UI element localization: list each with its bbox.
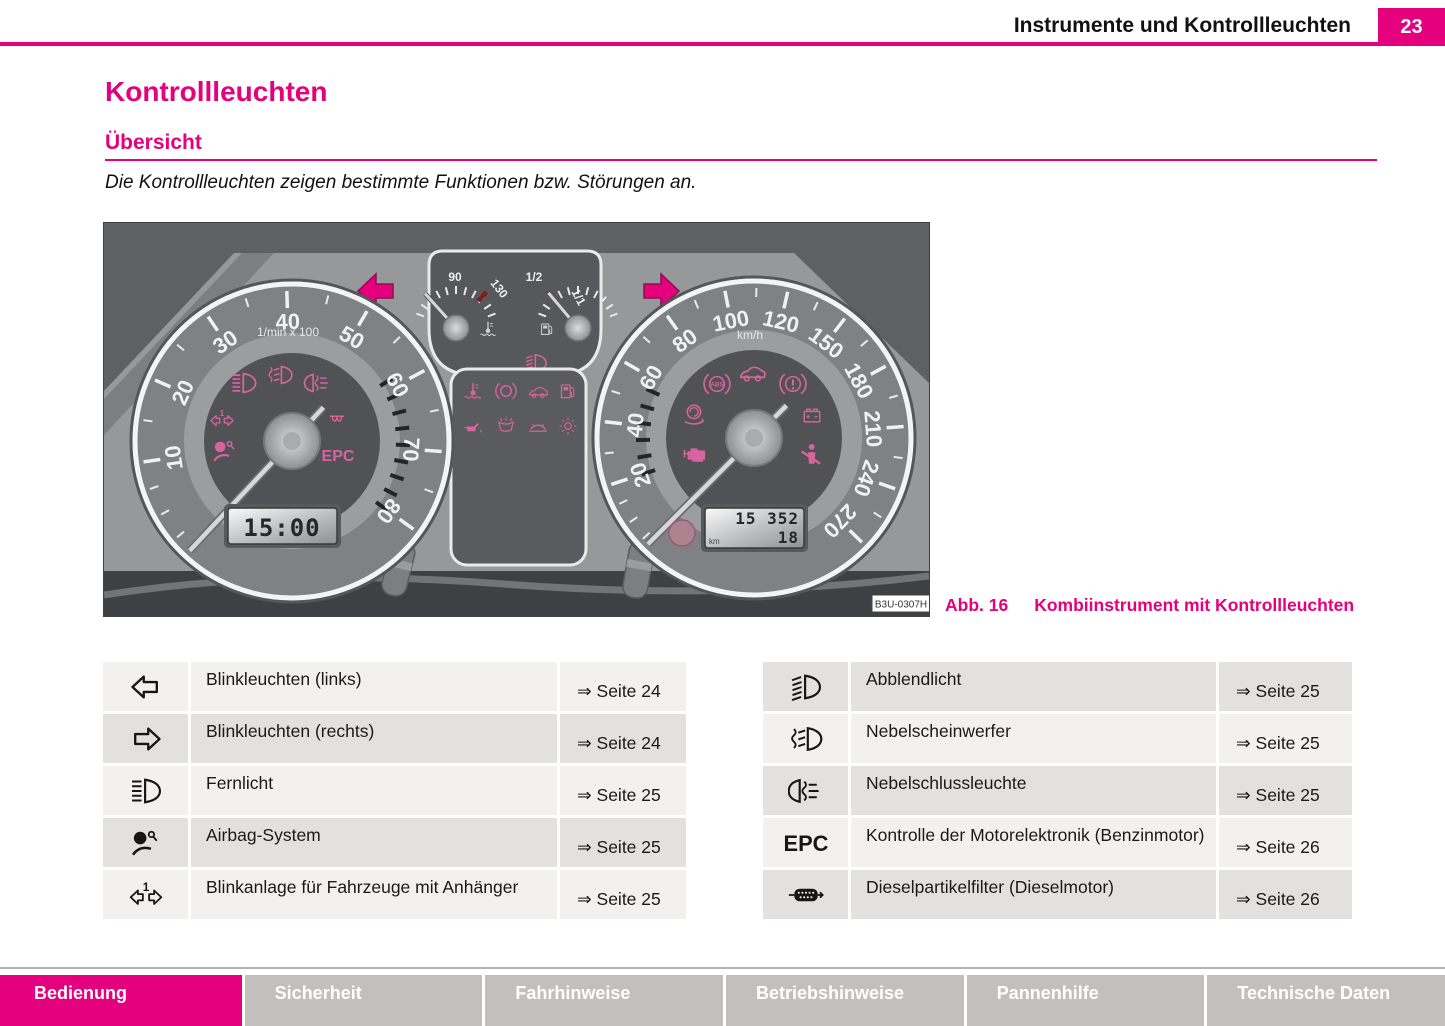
- high-beam-icon: [128, 773, 164, 809]
- footer-rule: [0, 967, 1445, 969]
- epc-icon: EPC: [322, 448, 355, 465]
- indicator-label: Blinkanlage für Fahrzeuge mit Anhänger: [191, 870, 557, 919]
- indicator-label: Blinkleuchten (links): [191, 662, 557, 711]
- page-reference: ⇒ Seite 25: [1219, 662, 1352, 711]
- low-beam-icon: [788, 669, 824, 705]
- arrow-left-icon: [128, 669, 164, 705]
- svg-text:1/2: 1/2: [526, 270, 543, 284]
- page-reference: ⇒ Seite 25: [560, 766, 686, 815]
- footer-tab-bedienung: Bedienung: [0, 975, 242, 1026]
- trip-reset-knob: [669, 520, 695, 546]
- chapter-title: Instrumente und Kontrollleuchten: [1014, 14, 1351, 38]
- tachometer: 10203040506070801/min x 100 1 EPC 15:00: [131, 280, 453, 602]
- arrow-right-icon: [128, 721, 164, 757]
- svg-text:1: 1: [220, 408, 225, 418]
- section-subtitle: Übersicht: [105, 131, 202, 155]
- table-row: Airbag-System ⇒ Seite 25: [103, 818, 686, 867]
- indicator-table-right: Abblendlicht ⇒ Seite 25 Nebelscheinwerfe…: [763, 662, 1352, 922]
- indicator-label: Dieselpartikelfilter (Dieselmotor): [851, 870, 1216, 919]
- footer-tab-bar: Bedienung Sicherheit Fahrhinweise Betrie…: [0, 975, 1445, 1026]
- indicator-table-left: Blinkleuchten (links) ⇒ Seite 24 Blinkle…: [103, 662, 686, 922]
- table-row: Blinkleuchten (links) ⇒ Seite 24: [103, 662, 686, 711]
- indicator-label: Abblendlicht: [851, 662, 1216, 711]
- page-reference: ⇒ Seite 25: [1219, 766, 1352, 815]
- svg-text:40: 40: [621, 412, 648, 439]
- instrument-cluster-illustration: 901301/21/1 10203040506070801/min x 100 …: [103, 222, 930, 617]
- figure-caption-text: Kombiinstrument mit Kontrollleuchten: [1034, 595, 1354, 615]
- airbag-icon: [128, 825, 164, 861]
- page-reference: ⇒ Seite 25: [560, 870, 686, 919]
- trailer-blinker-icon: 1: [128, 877, 164, 913]
- svg-text:15 352: 15 352: [735, 509, 799, 528]
- page-title: Kontrollleuchten: [105, 76, 327, 108]
- indicator-label: Blinkleuchten (rechts): [191, 714, 557, 763]
- footer-tab-fahrhinweise: Fahrhinweise: [485, 975, 723, 1026]
- table-row: EPC Kontrolle der Motorelektronik (Benzi…: [763, 818, 1352, 867]
- manual-page: Instrumente und Kontrollleuchten 23 Kont…: [0, 0, 1445, 1026]
- page-reference: ⇒ Seite 26: [1219, 818, 1352, 867]
- svg-text:210: 210: [859, 410, 887, 449]
- page-reference: ⇒ Seite 25: [1219, 714, 1352, 763]
- indicator-label: Airbag-System: [191, 818, 557, 867]
- svg-text:1: 1: [142, 880, 149, 893]
- svg-text:90: 90: [448, 270, 462, 284]
- speedometer: 20406080100120150180210240270km/h ABS 15…: [593, 277, 915, 599]
- image-code-label: B3U-0307H: [872, 595, 929, 612]
- page-reference: ⇒ Seite 24: [560, 662, 686, 711]
- dpf-icon: [788, 877, 824, 913]
- page-reference: ⇒ Seite 25: [560, 818, 686, 867]
- odometer-display: 15 352 18 km: [701, 504, 808, 552]
- front-fog-icon: [788, 721, 824, 757]
- indicator-label: Nebelscheinwerfer: [851, 714, 1216, 763]
- table-row: Abblendlicht ⇒ Seite 25: [763, 662, 1352, 711]
- svg-text:15:00: 15:00: [243, 514, 320, 542]
- table-row: Nebelscheinwerfer ⇒ Seite 25: [763, 714, 1352, 763]
- page-reference: ⇒ Seite 24: [560, 714, 686, 763]
- table-row: Dieselpartikelfilter (Dieselmotor) ⇒ Sei…: [763, 870, 1352, 919]
- svg-text:EPC: EPC: [783, 831, 828, 856]
- footer-tab-pannenhilfe: Pannenhilfe: [967, 975, 1205, 1026]
- footer-tab-technische-daten: Technische Daten: [1207, 975, 1445, 1026]
- svg-text:B3U-0307H: B3U-0307H: [875, 600, 927, 611]
- table-row: Fernlicht ⇒ Seite 25: [103, 766, 686, 815]
- table-row: Blinkleuchten (rechts) ⇒ Seite 24: [103, 714, 686, 763]
- figure-caption-label: Abb. 16: [945, 595, 1008, 615]
- intro-text: Die Kontrollleuchten zeigen bestimmte Fu…: [105, 172, 696, 194]
- indicator-label: Fernlicht: [191, 766, 557, 815]
- footer-tab-sicherheit: Sicherheit: [245, 975, 483, 1026]
- svg-text:70: 70: [398, 436, 425, 462]
- svg-text:km: km: [709, 537, 720, 546]
- svg-text:km/h: km/h: [737, 328, 763, 342]
- svg-text:1/min x 100: 1/min x 100: [257, 325, 319, 339]
- svg-text:18: 18: [778, 528, 799, 547]
- table-row: 1 Blinkanlage für Fahrzeuge mit Anhänger…: [103, 870, 686, 919]
- header-rule: [0, 42, 1445, 46]
- page-number-badge: 23: [1378, 8, 1445, 46]
- subtitle-rule: [105, 159, 1377, 161]
- indicator-label: Kontrolle der Motorelektronik (Benzinmot…: [851, 818, 1216, 867]
- rear-fog-icon: [788, 773, 824, 809]
- epc-icon: EPC: [783, 820, 829, 866]
- svg-text:ABS: ABS: [710, 381, 723, 388]
- table-row: Nebelschlussleuchte ⇒ Seite 25: [763, 766, 1352, 815]
- svg-text:10: 10: [160, 444, 188, 472]
- footer-tab-betriebshinweise: Betriebshinweise: [726, 975, 964, 1026]
- page-reference: ⇒ Seite 26: [1219, 870, 1352, 919]
- clock-display: 15:00: [224, 504, 341, 548]
- figure-caption: Abb. 16 Kombiinstrument mit Kontrollleuch…: [945, 595, 1354, 616]
- indicator-label: Nebelschlussleuchte: [851, 766, 1216, 815]
